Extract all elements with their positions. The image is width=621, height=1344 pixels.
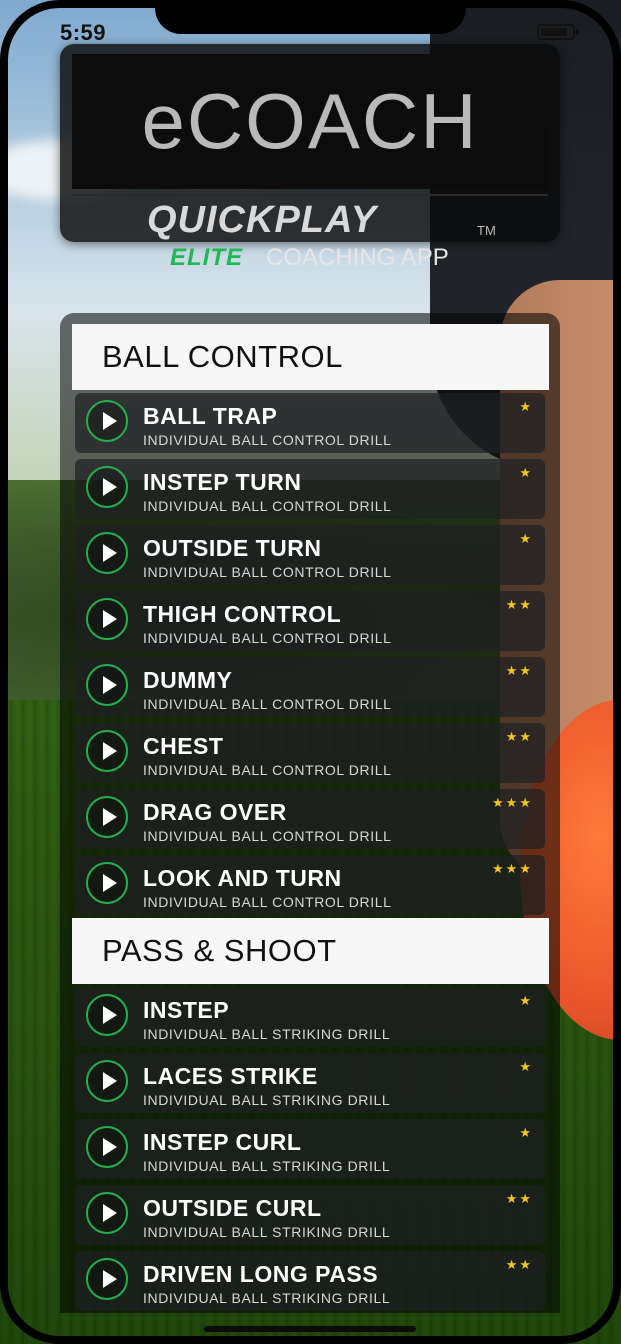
play-circle-icon[interactable] [86,400,128,442]
star-icon: ★★ [505,729,533,744]
star-icon: ★ [519,1125,533,1140]
play-circle-icon[interactable] [86,730,128,772]
drill-title: DRIVEN LONG PASS [143,1261,379,1287]
drill-subtitle: INDIVIDUAL BALL CONTROL DRILL [143,696,392,712]
drill-subtitle: INDIVIDUAL BALL CONTROL DRILL [143,432,392,448]
drill-title: OUTSIDE TURN [143,535,322,561]
drill-title: BALL TRAP [143,403,278,429]
drill-subtitle: INDIVIDUAL BALL STRIKING DRILL [143,1290,391,1306]
brand-logo: QUICKPLAY TM ELITE COACHING APP [72,196,548,286]
play-circle-icon[interactable] [86,1126,128,1168]
brand-subtitle: COACHING APP [266,244,449,271]
app-title: eCOACH [141,77,479,165]
drill-title: DUMMY [143,667,233,693]
star-icon: ★ [519,993,533,1008]
star-icon: ★★★ [492,795,533,810]
drill-title: CHEST [143,733,224,759]
drill-title: THIGH CONTROL [143,601,342,627]
drill-subtitle: INDIVIDUAL BALL CONTROL DRILL [143,630,392,646]
drill-title: LACES STRIKE [143,1063,318,1089]
drill-row[interactable]: DRAG OVER INDIVIDUAL BALL CONTROL DRILL ★★… [75,789,545,849]
drill-subtitle: INDIVIDUAL BALL STRIKING DRILL [143,1026,391,1042]
drill-row[interactable]: INSTEP TURN INDIVIDUAL BALL CONTROL DRILL… [75,459,545,519]
drill-subtitle: INDIVIDUAL BALL CONTROL DRILL [143,894,392,910]
drill-row[interactable]: DRIVEN LONG PASS INDIVIDUAL BALL STRIKING… [75,1251,545,1311]
app-header: eCOACH QUICKPLAY TM ELITE COACHING APP [60,44,560,271]
drill-list[interactable]: BALL CONTROL BALL TRAP INDIVIDUAL BALL CO… [60,313,560,1313]
star-icon: ★★★ [492,861,533,876]
play-circle-icon[interactable] [86,862,128,904]
star-icon: ★ [519,399,533,414]
section-header-pass-shoot: PASS & SHOOT [72,918,549,984]
play-circle-icon[interactable] [86,1060,128,1102]
drill-subtitle: INDIVIDUAL BALL CONTROL DRILL [143,564,392,580]
play-circle-icon[interactable] [86,1258,128,1300]
drill-title: INSTEP TURN [143,469,302,495]
brand-trademark: TM [477,223,496,238]
play-circle-icon[interactable] [86,664,128,706]
play-circle-icon[interactable] [86,1192,128,1234]
drill-title: OUTSIDE CURL [143,1195,322,1221]
drill-title: LOOK AND TURN [143,865,342,891]
play-circle-icon[interactable] [86,466,128,508]
app-title-box: eCOACH [72,54,548,189]
play-circle-icon[interactable] [86,598,128,640]
drill-subtitle: INDIVIDUAL BALL STRIKING DRILL [143,1092,391,1108]
star-icon: ★★ [505,1257,533,1272]
brand-name: QUICKPLAY [147,199,377,241]
drill-row[interactable]: LACES STRIKE INDIVIDUAL BALL STRIKING DRI… [75,1053,545,1113]
status-time: 5:59 [60,20,107,45]
home-indicator[interactable] [204,1326,416,1332]
drill-subtitle: INDIVIDUAL BALL STRIKING DRILL [143,1158,391,1174]
drill-subtitle: INDIVIDUAL BALL STRIKING DRILL [143,1224,391,1240]
device-notch [155,0,466,34]
battery-icon [537,24,579,40]
section-title: PASS & SHOOT [102,933,337,968]
drill-row[interactable]: OUTSIDE TURN INDIVIDUAL BALL CONTROL DRIL… [75,525,545,585]
drill-row[interactable]: INSTEP CURL INDIVIDUAL BALL STRIKING DRIL… [75,1119,545,1179]
star-icon: ★ [519,1059,533,1074]
drill-row[interactable]: INSTEP INDIVIDUAL BALL STRIKING DRILL ★ [75,987,545,1047]
drill-subtitle: INDIVIDUAL BALL CONTROL DRILL [143,762,392,778]
drill-row[interactable]: THIGH CONTROL INDIVIDUAL BALL CONTROL DRI… [75,591,545,651]
drill-title: INSTEP [143,997,230,1023]
drill-row[interactable]: BALL TRAP INDIVIDUAL BALL CONTROL DRILL ★ [75,393,545,453]
drill-subtitle: INDIVIDUAL BALL CONTROL DRILL [143,828,392,844]
drill-title: DRAG OVER [143,799,287,825]
drill-subtitle: INDIVIDUAL BALL CONTROL DRILL [143,498,392,514]
drill-row[interactable]: DUMMY INDIVIDUAL BALL CONTROL DRILL ★★ [75,657,545,717]
star-icon: ★★ [505,1191,533,1206]
section-title: BALL CONTROL [102,339,343,374]
star-icon: ★ [519,465,533,480]
drill-row[interactable]: LOOK AND TURN INDIVIDUAL BALL CONTROL DRI… [75,855,545,915]
play-circle-icon[interactable] [86,796,128,838]
drill-row[interactable]: OUTSIDE CURL INDIVIDUAL BALL STRIKING DRI… [75,1185,545,1245]
drill-row[interactable]: CHEST INDIVIDUAL BALL CONTROL DRILL ★★ [75,723,545,783]
section-header-ball-control: BALL CONTROL [72,324,549,390]
drill-title: INSTEP CURL [143,1129,302,1155]
star-icon: ★★ [505,597,533,612]
brand-elite: ELITE [170,244,244,271]
star-icon: ★★ [505,663,533,678]
star-icon: ★ [519,531,533,546]
play-circle-icon[interactable] [86,994,128,1036]
play-circle-icon[interactable] [86,532,128,574]
